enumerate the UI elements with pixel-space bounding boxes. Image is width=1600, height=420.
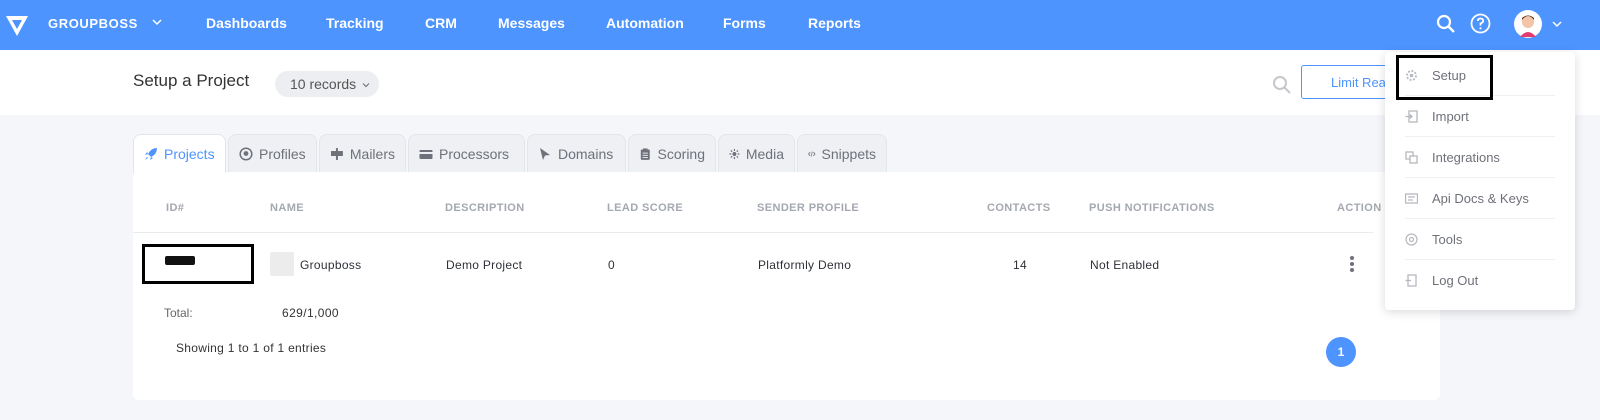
tab-label: Projects (164, 146, 215, 162)
menu-item-import[interactable]: Import (1405, 96, 1555, 137)
tab-label: Processors (439, 146, 510, 162)
menu-item-logout[interactable]: Log Out (1405, 260, 1555, 301)
menu-item-label: Log Out (1432, 273, 1479, 288)
tab-scoring[interactable]: Scoring (628, 134, 716, 173)
cell-sender-profile: Platformly Demo (758, 258, 852, 272)
menu-item-tools[interactable]: Tools (1405, 219, 1555, 260)
api-docs-icon (1405, 192, 1418, 204)
column-header-contacts[interactable]: CONTACTS (987, 202, 1051, 214)
nav-automation[interactable]: Automation (606, 15, 684, 31)
import-icon (1405, 109, 1418, 123)
help-icon[interactable] (1470, 13, 1491, 34)
cell-contacts: 14 (1013, 258, 1027, 272)
tab-label: Snippets (821, 146, 876, 162)
nav-messages[interactable]: Messages (498, 15, 565, 31)
tab-snippets[interactable]: Snippets (797, 134, 887, 173)
chevron-down-icon[interactable] (151, 16, 163, 28)
total-value: 629/1,000 (282, 306, 339, 320)
menu-item-label: Api Docs & Keys (1432, 190, 1529, 206)
table-divider (133, 232, 1373, 233)
user-circle-icon (239, 147, 253, 161)
tab-label: Profiles (259, 146, 306, 162)
cursor-icon (540, 148, 550, 160)
tab-media[interactable]: Media (718, 134, 795, 173)
cell-name[interactable]: Groupboss (300, 258, 361, 272)
records-label: 10 records (290, 76, 357, 92)
nav-forms[interactable]: Forms (723, 15, 766, 31)
card-icon (419, 150, 433, 159)
nav-dashboards[interactable]: Dashboards (206, 15, 287, 31)
mailer-icon (330, 148, 343, 160)
chevron-down-icon (362, 83, 370, 88)
records-dropdown[interactable]: 10 records (275, 71, 379, 97)
kebab-menu-icon[interactable] (1349, 255, 1355, 273)
column-header-name[interactable]: NAME (270, 202, 304, 214)
search-icon[interactable] (1272, 75, 1292, 95)
pagination-info: Showing 1 to 1 of 1 entries (176, 341, 327, 355)
search-icon[interactable] (1436, 14, 1456, 34)
page-title: Setup a Project (133, 71, 250, 90)
tab-label: Scoring (657, 146, 705, 162)
nav-reports[interactable]: Reports (808, 15, 861, 31)
redacted-id (142, 244, 254, 284)
column-header-lead-score[interactable]: LEAD SCORE (607, 202, 683, 214)
rocket-icon (145, 148, 157, 160)
menu-item-api-docs[interactable]: Api Docs & Keys (1405, 178, 1555, 219)
integrations-icon (1405, 150, 1418, 164)
tab-label: Domains (558, 146, 614, 162)
cell-description: Demo Project (446, 258, 523, 272)
column-header-push-notifications[interactable]: PUSH NOTIFICATIONS (1089, 202, 1215, 214)
menu-item-label: Import (1432, 108, 1469, 124)
cell-lead-score: 0 (608, 258, 615, 272)
chevron-down-icon[interactable] (1551, 18, 1563, 30)
media-icon (729, 148, 740, 160)
column-header-id[interactable]: ID# (166, 202, 184, 214)
menu-item-integrations[interactable]: Integrations (1405, 137, 1555, 178)
tab-profiles[interactable]: Profiles (228, 134, 317, 173)
top-navbar: GROUPBOSS Dashboards Tracking CRM Messag… (0, 0, 1600, 50)
setup-highlight-box (1396, 55, 1493, 100)
tab-mailers[interactable]: Mailers (319, 134, 406, 173)
tab-label: Media (745, 146, 784, 162)
tab-domains[interactable]: Domains (527, 134, 626, 173)
column-header-description[interactable]: DESCRIPTION (445, 202, 525, 214)
nav-tracking[interactable]: Tracking (326, 15, 384, 31)
menu-item-label: Tools (1432, 231, 1463, 247)
cell-push-notifications: Not Enabled (1090, 258, 1160, 272)
redaction-mark (165, 256, 195, 265)
logout-icon (1405, 274, 1417, 287)
total-label: Total: (164, 306, 193, 320)
menu-item-label: Integrations (1432, 149, 1500, 165)
project-thumbnail (270, 252, 294, 276)
page-button[interactable]: 1 (1326, 337, 1356, 367)
avatar[interactable] (1514, 10, 1542, 38)
brand-name[interactable]: GROUPBOSS (48, 16, 138, 31)
tools-icon (1405, 232, 1418, 246)
groupboss-logo-icon[interactable] (4, 12, 30, 38)
column-header-sender-profile[interactable]: SENDER PROFILE (757, 202, 859, 214)
nav-crm[interactable]: CRM (425, 15, 457, 31)
tab-processors[interactable]: Processors (408, 134, 525, 173)
column-header-action: ACTION (1337, 202, 1382, 214)
clipboard-icon (640, 148, 650, 160)
tab-label: Mailers (349, 146, 395, 162)
code-icon (808, 151, 816, 157)
tab-projects[interactable]: Projects (133, 134, 226, 173)
